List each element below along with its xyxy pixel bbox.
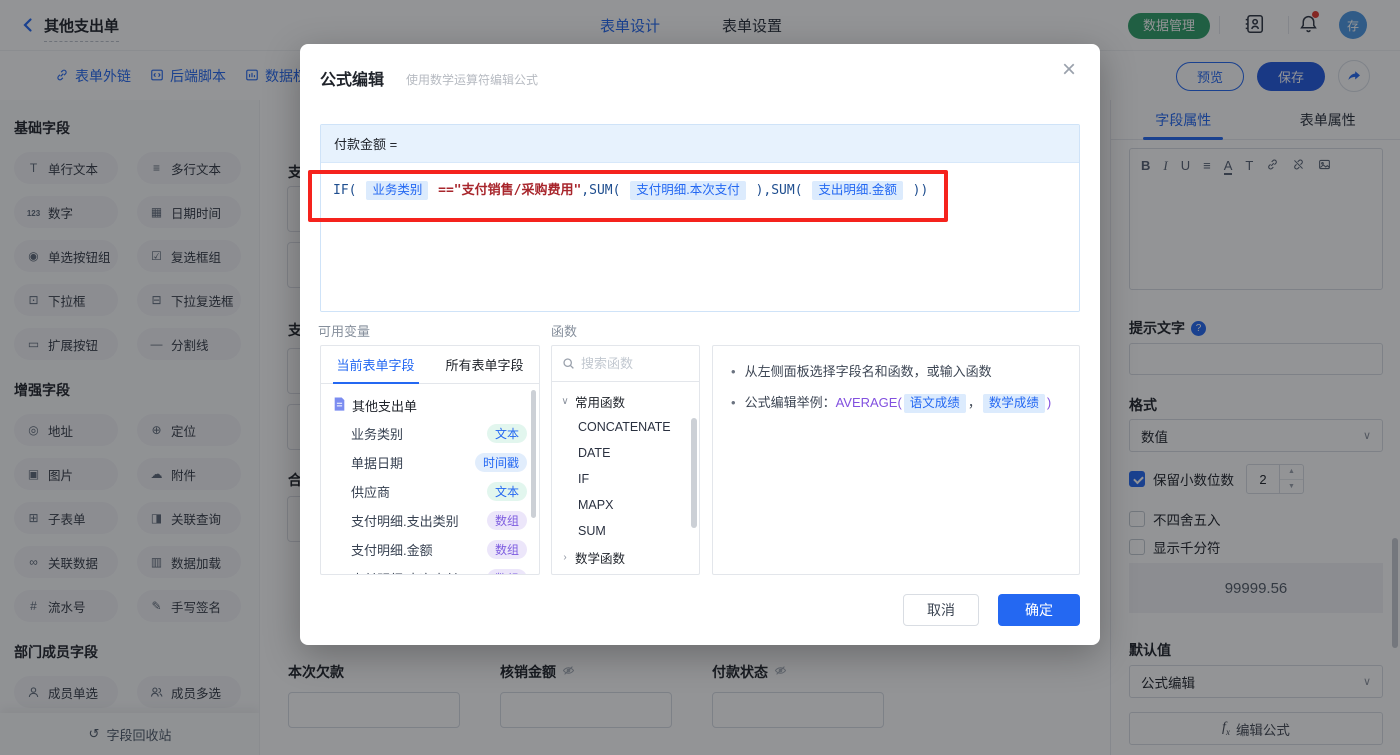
formula-token: IF(: [333, 183, 365, 198]
caret-down-icon: ∨: [561, 395, 569, 407]
modal-title: 公式编辑: [320, 72, 385, 89]
scrollbar[interactable]: [531, 390, 536, 518]
formula-field-chip[interactable]: 支出明细.金额: [812, 181, 903, 200]
formula-token: =="支付销售/采购费用": [430, 183, 582, 198]
type-badge: 数组: [486, 511, 527, 530]
formula-token: ),SUM(: [747, 183, 811, 198]
bullet-icon: •: [731, 364, 736, 379]
function-group-0[interactable]: ∨ 常用函数: [552, 388, 699, 414]
formula-token: ,SUM(: [581, 183, 629, 198]
variable-row-2[interactable]: 供应商 文本: [321, 477, 539, 506]
cancel-button[interactable]: 取消: [903, 594, 979, 626]
formula-field-chip[interactable]: 支付明细.本次支付: [630, 181, 746, 200]
function-item[interactable]: SUM: [552, 518, 699, 544]
formula-edit-modal: 公式编辑 使用数学运算符编辑公式 × 付款金额 = IF( 业务类别 =="支付…: [300, 44, 1100, 645]
variables-label: 可用变量: [318, 324, 371, 339]
close-icon[interactable]: ×: [1062, 58, 1076, 82]
variables-tab-0[interactable]: 当前表单字段: [321, 346, 430, 383]
example-field-chip: 语文成绩: [903, 394, 966, 413]
type-badge: 文本: [486, 482, 527, 501]
type-badge: 时间戳: [474, 453, 527, 472]
function-search[interactable]: [552, 346, 699, 382]
variable-row-0[interactable]: 业务类别 文本: [321, 419, 539, 448]
help-tip-1: • 从左侧面板选择字段名和函数，或输入函数: [731, 362, 1061, 382]
type-badge: 数组: [486, 569, 527, 574]
function-list: ∨常用函数CONCATENATEDATEIFMAPXSUM ›数学函数 ›文本函…: [552, 382, 699, 574]
variable-row-1[interactable]: 单据日期 时间戳: [321, 448, 539, 477]
formula-token: )): [904, 183, 929, 198]
scrollbar[interactable]: [691, 418, 697, 528]
confirm-button[interactable]: 确定: [998, 594, 1080, 626]
variable-row-4[interactable]: 支付明细.金额 数组: [321, 535, 539, 564]
formula-editor: 付款金额 = IF( 业务类别 =="支付销售/采购费用",SUM( 支付明细.…: [320, 124, 1080, 312]
modal-subtitle: 使用数学运算符编辑公式: [406, 73, 539, 87]
variables-tab-1[interactable]: 所有表单字段: [430, 346, 539, 383]
function-search-input[interactable]: [581, 356, 681, 371]
function-group-2[interactable]: ›文本函数: [552, 570, 699, 574]
function-item[interactable]: DATE: [552, 440, 699, 466]
variables-tabs: 当前表单字段 所有表单字段: [321, 346, 539, 384]
function-item[interactable]: CONCATENATE: [552, 414, 699, 440]
example-field-chip: 数学成绩: [982, 394, 1045, 413]
variable-row-5[interactable]: 支付明细.本次支付数组: [321, 564, 539, 574]
variable-row-3[interactable]: 支付明细.支出类别 数组: [321, 506, 539, 535]
search-icon: [563, 358, 574, 369]
example-function: AVERAGE(: [835, 395, 902, 410]
variables-tree: 其他支出单 业务类别 文本 单据日期 时间戳 供应商 文本 支付明细.支出类别 数组 支…: [321, 384, 539, 574]
variables-panel: 当前表单字段 所有表单字段 其他支出单 业务类别 文本 单据日期 时间戳 供应商 文本 …: [320, 345, 540, 575]
functions-label: 函数: [551, 324, 578, 339]
formula-target: 付款金额 =: [321, 125, 1079, 163]
functions-panel: ∨常用函数CONCATENATEDATEIFMAPXSUM ›数学函数 ›文本函…: [551, 345, 700, 575]
formula-input-area[interactable]: IF( 业务类别 =="支付销售/采购费用",SUM( 支付明细.本次支付 ),…: [321, 163, 1079, 311]
function-group-1[interactable]: › 数学函数: [552, 544, 699, 570]
caret-right-icon: ›: [563, 551, 567, 563]
function-item[interactable]: MAPX: [552, 492, 699, 518]
help-tip-2: • 公式编辑举例：AVERAGE(语文成绩，数学成绩): [731, 393, 1061, 413]
type-badge: 文本: [486, 424, 527, 443]
document-icon: [333, 396, 346, 414]
formula-help-panel: • 从左侧面板选择字段名和函数，或输入函数 • 公式编辑举例：AVERAGE(语…: [712, 345, 1080, 575]
tree-root[interactable]: 其他支出单: [321, 391, 539, 419]
formula-field-chip[interactable]: 业务类别: [366, 181, 429, 200]
function-item[interactable]: IF: [552, 466, 699, 492]
bullet-icon: •: [731, 395, 736, 410]
example-function: ): [1046, 395, 1052, 410]
type-badge: 数组: [486, 540, 527, 559]
